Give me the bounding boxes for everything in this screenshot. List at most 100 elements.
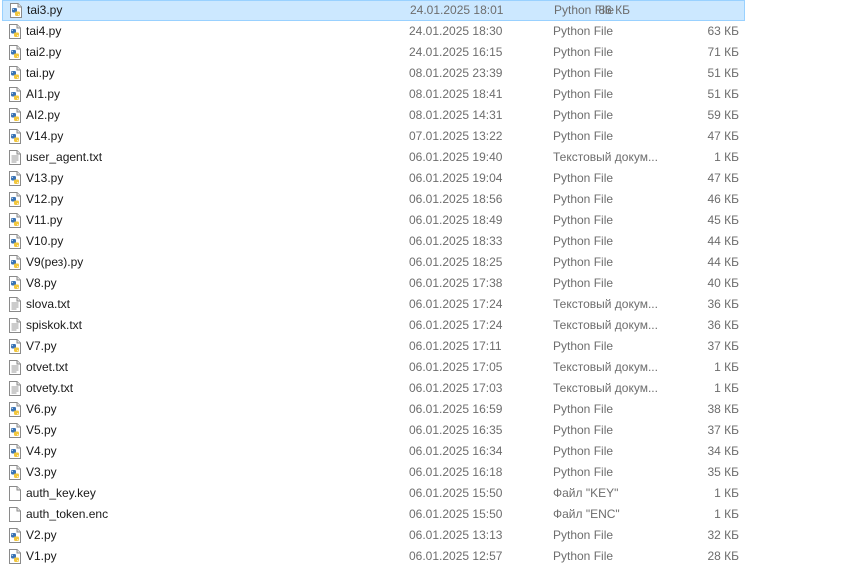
file-name: V4.py: [26, 444, 57, 458]
file-row[interactable]: V12.py 06.01.2025 18:56 Python File 46 КБ: [0, 189, 855, 210]
file-name: V3.py: [26, 465, 57, 479]
file-name: tai4.py: [26, 24, 62, 38]
file-row[interactable]: tai4.py 24.01.2025 18:30 Python File 63 КБ: [0, 21, 855, 42]
file-size: 34 КБ: [707, 444, 739, 458]
python-file-icon: [8, 549, 22, 564]
file-size: 86 КБ: [598, 3, 630, 17]
file-row[interactable]: auth_key.key 06.01.2025 15:50 Файл "KEY" 1 …: [0, 483, 855, 504]
file-name: otvet.txt: [26, 360, 69, 374]
file-row[interactable]: AI2.py 08.01.2025 14:31 Python File 59 КБ: [0, 105, 855, 126]
file-row[interactable]: V9(рез).py 06.01.2025 18:25 Python File 44 …: [0, 252, 855, 273]
file-row[interactable]: V14.py 07.01.2025 13:22 Python File 47 КБ: [0, 126, 855, 147]
file-type: Python File: [553, 171, 614, 185]
file-size: 71 КБ: [707, 45, 739, 59]
file-date-modified: 06.01.2025 18:49: [409, 213, 503, 227]
file-date-modified: 06.01.2025 18:33: [409, 234, 503, 248]
file-row[interactable]: V8.py 06.01.2025 17:38 Python File 40 КБ: [0, 273, 855, 294]
file-date-modified: 24.01.2025 16:15: [409, 45, 503, 59]
file-size: 1 КБ: [714, 381, 739, 395]
file-size: 40 КБ: [707, 276, 739, 290]
file-type: Текстовый докум...: [553, 318, 658, 332]
file-name: V8.py: [26, 276, 57, 290]
file-row[interactable]: tai3.py 24.01.2025 18:01 Python File 86 КБ: [2, 0, 745, 21]
file-row[interactable]: V10.py 06.01.2025 18:33 Python File 44 КБ: [0, 231, 855, 252]
file-type: Python File: [553, 108, 614, 122]
file-row[interactable]: slova.txt 06.01.2025 17:24 Текстовый докум…: [0, 294, 855, 315]
file-row[interactable]: V7.py 06.01.2025 17:11 Python File 37 КБ: [0, 336, 855, 357]
file-date-modified: 07.01.2025 13:22: [409, 129, 503, 143]
file-name: V7.py: [26, 339, 57, 353]
file-type: Python File: [553, 192, 614, 206]
file-row[interactable]: user_agent.txt 06.01.2025 19:40 Текстовый …: [0, 147, 855, 168]
file-type: Python File: [553, 444, 614, 458]
python-file-icon: [8, 276, 22, 291]
file-name: V12.py: [26, 192, 64, 206]
file-row[interactable]: tai.py 08.01.2025 23:39 Python File 51 КБ: [0, 63, 855, 84]
file-name: tai3.py: [27, 3, 63, 17]
python-file-icon: [8, 171, 22, 186]
file-type: Файл "KEY": [553, 486, 619, 500]
file-size: 63 КБ: [707, 24, 739, 38]
python-file-icon: [8, 465, 22, 480]
file-size: 38 КБ: [707, 402, 739, 416]
file-size: 35 КБ: [707, 465, 739, 479]
file-type: Python File: [553, 276, 614, 290]
file-size: 51 КБ: [707, 66, 739, 80]
file-type: Текстовый докум...: [553, 150, 658, 164]
python-file-icon: [8, 339, 22, 354]
file-date-modified: 06.01.2025 18:56: [409, 192, 503, 206]
file-name: V14.py: [26, 129, 64, 143]
file-row[interactable]: V6.py 06.01.2025 16:59 Python File 38 КБ: [0, 399, 855, 420]
file-type: Python File: [553, 255, 614, 269]
file-list: tai3.py 24.01.2025 18:01 Python File 86 КБ t…: [0, 0, 855, 568]
file-row[interactable]: V4.py 06.01.2025 16:34 Python File 34 КБ: [0, 441, 855, 462]
file-date-modified: 06.01.2025 17:03: [409, 381, 503, 395]
file-row[interactable]: V2.py 06.01.2025 13:13 Python File 32 КБ: [0, 525, 855, 546]
file-row[interactable]: tai2.py 24.01.2025 16:15 Python File 71 КБ: [0, 42, 855, 63]
file-row[interactable]: AI1.py 08.01.2025 18:41 Python File 51 КБ: [0, 84, 855, 105]
file-row[interactable]: V1.py 06.01.2025 12:57 Python File 28 КБ: [0, 546, 855, 567]
text-file-icon: [8, 381, 22, 396]
file-size: 37 КБ: [707, 339, 739, 353]
file-name: V9(рез).py: [26, 255, 84, 269]
file-size: 36 КБ: [707, 318, 739, 332]
file-name: AI1.py: [26, 87, 61, 101]
file-row[interactable]: V3.py 06.01.2025 16:18 Python File 35 КБ: [0, 462, 855, 483]
file-row[interactable]: V11.py 06.01.2025 18:49 Python File 45 КБ: [0, 210, 855, 231]
python-file-icon: [8, 66, 22, 81]
python-file-icon: [8, 234, 22, 249]
file-date-modified: 08.01.2025 18:41: [409, 87, 503, 101]
file-size: 47 КБ: [707, 171, 739, 185]
file-name: V6.py: [26, 402, 57, 416]
file-name: V10.py: [26, 234, 64, 248]
file-size: 1 КБ: [714, 486, 739, 500]
file-type: Python File: [553, 465, 614, 479]
file-size: 1 КБ: [714, 360, 739, 374]
file-row[interactable]: V13.py 06.01.2025 19:04 Python File 47 КБ: [0, 168, 855, 189]
file-name: V5.py: [26, 423, 57, 437]
file-row[interactable]: spiskok.txt 06.01.2025 17:24 Текстовый док…: [0, 315, 855, 336]
file-row[interactable]: otvety.txt 06.01.2025 17:03 Текстовый доку…: [0, 378, 855, 399]
file-date-modified: 06.01.2025 12:57: [409, 549, 503, 563]
file-size: 44 КБ: [707, 234, 739, 248]
file-row[interactable]: otvet.txt 06.01.2025 17:05 Текстовый докум…: [0, 357, 855, 378]
file-type: Python File: [553, 549, 614, 563]
file-name: V1.py: [26, 549, 57, 563]
file-date-modified: 08.01.2025 14:31: [409, 108, 503, 122]
file-row[interactable]: auth_token.enc 06.01.2025 15:50 Файл "ENC"…: [0, 504, 855, 525]
python-file-icon: [8, 423, 22, 438]
file-size: 37 КБ: [707, 423, 739, 437]
file-name: V13.py: [26, 171, 64, 185]
file-type: Python File: [553, 402, 614, 416]
file-date-modified: 06.01.2025 15:50: [409, 507, 503, 521]
file-date-modified: 06.01.2025 16:35: [409, 423, 503, 437]
file-type: Python File: [553, 339, 614, 353]
text-file-icon: [8, 318, 22, 333]
file-name: tai2.py: [26, 45, 62, 59]
file-type: Текстовый докум...: [553, 297, 658, 311]
file-size: 51 КБ: [707, 87, 739, 101]
file-date-modified: 24.01.2025 18:30: [409, 24, 503, 38]
file-name: auth_key.key: [26, 486, 96, 500]
file-date-modified: 06.01.2025 19:04: [409, 171, 503, 185]
file-row[interactable]: V5.py 06.01.2025 16:35 Python File 37 КБ: [0, 420, 855, 441]
